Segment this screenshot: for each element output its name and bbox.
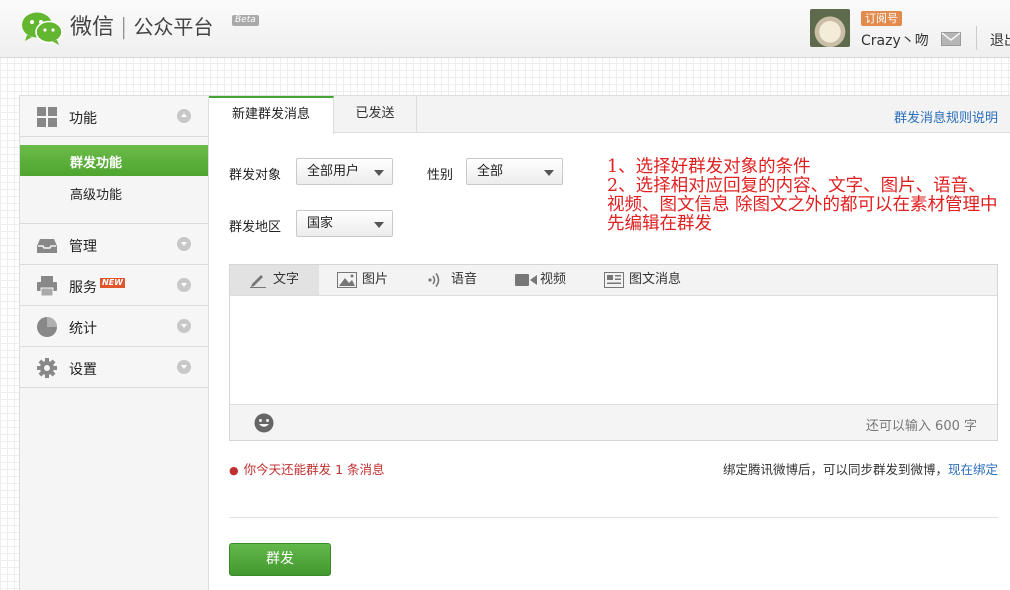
- target-select-value: 全部用户: [307, 164, 360, 179]
- article-icon: [604, 272, 624, 288]
- bind-now-link[interactable]: 现在绑定: [948, 462, 998, 477]
- tab-new-mass-message[interactable]: 新建群发消息: [209, 96, 334, 134]
- sidebar-group-settings[interactable]: 设置: [20, 347, 208, 388]
- gender-select[interactable]: 全部: [466, 158, 563, 185]
- pie-chart-icon: [37, 317, 57, 337]
- sidebar-item-label: 高级功能: [70, 188, 123, 203]
- sidebar: 功能 群发功能 高级功能 管理 服务 NEW 统计 设置: [19, 95, 209, 590]
- chevron-down-icon[interactable]: [177, 237, 191, 251]
- caret-down-icon: [544, 170, 554, 176]
- sidebar-group-label: 服务: [69, 280, 97, 296]
- sidebar-group-label: 统计: [69, 321, 97, 337]
- main-panel: 新建群发消息 已发送 群发消息规则说明 群发对象 全部用户 性别 全部 群发地区…: [209, 95, 1010, 590]
- char-counter: 还可以输入 600 字: [865, 419, 977, 434]
- sidebar-item-mass-send[interactable]: 群发功能: [20, 145, 208, 176]
- sidebar-group-stats[interactable]: 统计: [20, 306, 208, 347]
- mail-icon[interactable]: [941, 32, 961, 46]
- target-label: 群发对象: [229, 168, 282, 183]
- pencil-icon: [250, 275, 266, 288]
- editor-type-tabs: 文字 图片 语音 视频 图文消息: [230, 265, 997, 296]
- sidebar-group-label: 设置: [69, 362, 97, 378]
- sidebar-group-label: 管理: [69, 239, 97, 255]
- quota-text: 你今天还能群发 1 条消息: [243, 462, 385, 477]
- sidebar-submenu: 群发功能 高级功能: [20, 145, 208, 224]
- rules-link[interactable]: 群发消息规则说明: [894, 107, 998, 126]
- brand-separator: |: [120, 15, 128, 40]
- username[interactable]: Crazy丶吻: [861, 30, 929, 50]
- editor-tab-label: 视频: [540, 272, 567, 287]
- tab-bar: 新建群发消息 已发送 群发消息规则说明: [209, 96, 1010, 134]
- region-select[interactable]: 国家: [296, 210, 393, 237]
- brand-sub: 公众平台: [133, 15, 214, 39]
- tab-sent[interactable]: 已发送: [334, 96, 417, 133]
- logout-link[interactable]: 退出: [990, 30, 1010, 50]
- caret-down-icon: [374, 170, 384, 176]
- chevron-down-icon[interactable]: [177, 319, 191, 333]
- region-select-value: 国家: [307, 216, 334, 231]
- editor-tab-voice[interactable]: 语音: [408, 265, 497, 295]
- sound-wave-icon: [428, 273, 440, 287]
- gender-select-value: 全部: [477, 164, 504, 179]
- gender-label: 性别: [427, 168, 454, 183]
- printer-icon: [37, 276, 57, 296]
- sidebar-group-services[interactable]: 服务 NEW: [20, 265, 208, 306]
- message-textarea[interactable]: [230, 296, 997, 404]
- editor-footer: 还可以输入 600 字: [230, 404, 997, 440]
- editor-tab-video[interactable]: 视频: [497, 265, 586, 295]
- new-badge: NEW: [100, 278, 125, 288]
- top-header: 微信|公众平台 Beta 订阅号 Crazy丶吻 退出: [0, 0, 1010, 58]
- divider: [229, 517, 998, 518]
- quota-notice: ● 你今天还能群发 1 条消息: [229, 459, 385, 478]
- avatar[interactable]: [810, 9, 850, 47]
- wechat-logo-icon[interactable]: [20, 10, 64, 46]
- sidebar-item-label: 群发功能: [70, 156, 123, 171]
- chevron-down-icon[interactable]: [177, 278, 191, 292]
- bind-text: 绑定腾讯微博后，可以同步群发到微博，: [722, 462, 948, 477]
- gear-icon: [37, 358, 57, 378]
- sidebar-group-label: 功能: [69, 111, 97, 127]
- beta-badge: Beta: [232, 15, 259, 26]
- weibo-bind-notice: 绑定腾讯微博后，可以同步群发到微博，现在绑定: [723, 459, 998, 478]
- annotation-note: 1、选择好群发对象的条件 2、选择相对应回复的内容、文字、图片、语音、视频、图文…: [607, 157, 998, 234]
- editor-tab-label: 语音: [451, 272, 478, 287]
- send-button[interactable]: 群发: [229, 543, 331, 576]
- sidebar-item-advanced[interactable]: 高级功能: [20, 176, 208, 209]
- caret-down-icon: [374, 222, 384, 228]
- editor-tab-image[interactable]: 图片: [319, 265, 408, 295]
- grid-icon: [37, 107, 57, 127]
- message-editor: 文字 图片 语音 视频 图文消息 还可以输入 600 字: [229, 264, 998, 441]
- video-camera-icon: [515, 274, 537, 286]
- region-label: 群发地区: [229, 220, 282, 235]
- brand-title[interactable]: 微信 | 公众平台: [70, 12, 213, 43]
- image-icon: [337, 272, 357, 288]
- brand-name: 微信: [70, 15, 115, 40]
- inbox-icon: [37, 239, 57, 253]
- header-divider: [976, 26, 977, 50]
- editor-tab-label: 文字: [273, 272, 300, 287]
- bullet-dot-icon: ●: [229, 464, 239, 477]
- emoji-icon[interactable]: [254, 413, 274, 433]
- editor-tab-article[interactable]: 图文消息: [586, 265, 706, 295]
- chevron-down-icon[interactable]: [177, 360, 191, 374]
- editor-tab-text[interactable]: 文字: [230, 265, 319, 295]
- editor-tab-label: 图文消息: [629, 272, 682, 287]
- sidebar-group-features[interactable]: 功能: [20, 96, 208, 137]
- target-select[interactable]: 全部用户: [296, 158, 393, 185]
- chevron-up-icon[interactable]: [177, 109, 191, 123]
- sidebar-group-manage[interactable]: 管理: [20, 224, 208, 265]
- editor-tab-label: 图片: [362, 272, 389, 287]
- account-type-badge: 订阅号: [861, 11, 902, 26]
